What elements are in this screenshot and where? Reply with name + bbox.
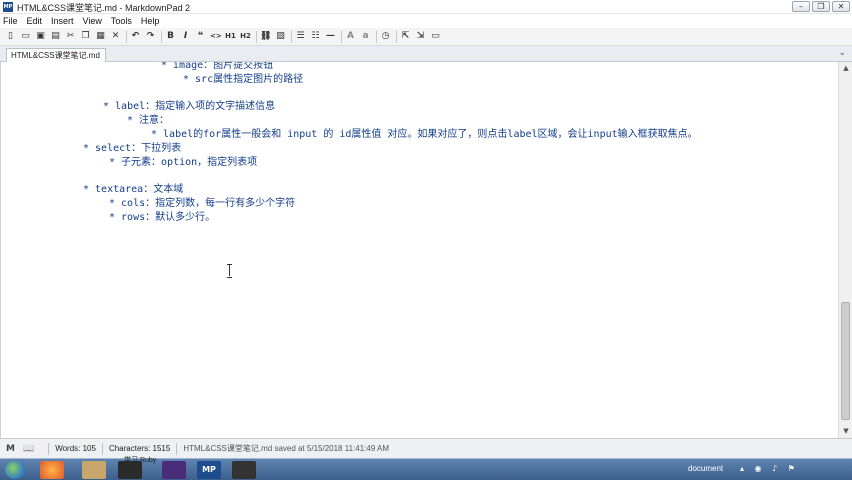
start-button-icon[interactable] — [5, 461, 25, 479]
toolbar-separator — [126, 30, 127, 43]
editor-line: * rows：默认多少行。 — [109, 212, 216, 223]
undo-icon[interactable]: ↶ — [130, 31, 141, 42]
character-count: Characters: 1515 — [108, 444, 171, 453]
code-icon[interactable]: <> — [210, 31, 221, 42]
save-all-icon[interactable]: ▤ — [50, 31, 61, 42]
editor-line: * image：图片提交按钮 — [161, 62, 274, 71]
lowercase-icon[interactable]: a — [360, 31, 371, 42]
export-icon[interactable]: ⇲ — [415, 31, 426, 42]
toolbar-separator — [291, 30, 292, 43]
toolbar-separator — [341, 30, 342, 43]
minimize-icon[interactable]: – — [792, 1, 810, 12]
title-bar: MP HTML&CSS课堂笔记.md - MarkdownPad 2 – ❐ ✕ — [0, 0, 852, 14]
status-divider — [176, 442, 178, 455]
markdown-editor[interactable]: * image：图片提交按钮 * src属性指定图片的路径 * label：指定… — [0, 62, 838, 438]
open-icon[interactable]: ▭ — [20, 31, 31, 42]
menu-edit[interactable]: Edit — [27, 16, 43, 26]
windows-taskbar: 学习 Ruby MP document ▴ ◉ ♪ ⚑ — [0, 457, 852, 480]
toolbar: ▯ ▭ ▣ ▤ ✂ ❐ ▦ ✕ ↶ ↷ B I ❝ <> H1 H2 ⛓ ▨ ☰… — [0, 28, 852, 46]
delete-icon[interactable]: ✕ — [110, 31, 121, 42]
link-icon[interactable]: ⛓ — [260, 31, 271, 42]
toolbar-separator — [161, 30, 162, 43]
redo-icon[interactable]: ↷ — [145, 31, 156, 42]
scroll-down-icon[interactable]: ▼ — [839, 425, 852, 438]
menu-help[interactable]: Help — [141, 16, 160, 26]
app-taskbar-icon[interactable] — [232, 461, 256, 479]
toolbar-separator — [396, 30, 397, 43]
markdownpad-logo-icon: MP — [3, 2, 13, 12]
tray-label: document — [688, 464, 724, 473]
paste-icon[interactable]: ▦ — [95, 31, 106, 42]
archive-taskbar-icon[interactable] — [82, 461, 106, 479]
document-tab-strip: HTML&CSS课堂笔记.md ⌄ — [0, 46, 852, 62]
h2-icon[interactable]: H2 — [240, 31, 251, 42]
scrollbar-thumb[interactable] — [841, 302, 850, 420]
menu-bar: File Edit Insert View Tools Help — [0, 14, 852, 28]
window-title: HTML&CSS课堂笔记.md - MarkdownPad 2 — [17, 3, 191, 13]
tab-document[interactable]: HTML&CSS课堂笔记.md — [6, 48, 106, 62]
editor-line: * 子元素：option，指定列表项 — [109, 157, 258, 168]
editor-line: * cols：指定列数，每一行有多少个字符 — [109, 198, 296, 209]
toolbar-separator — [256, 30, 257, 43]
editor-line: * select：下拉列表 — [83, 143, 182, 154]
horizontal-rule-icon[interactable]: — — [325, 31, 336, 42]
editor-line: * 注意： — [127, 115, 170, 126]
image-icon[interactable]: ▨ — [275, 31, 286, 42]
copy-icon[interactable]: ❐ — [80, 31, 91, 42]
preview-icon[interactable]: ▭ — [430, 31, 441, 42]
text-cursor-icon — [227, 264, 232, 278]
unordered-list-icon[interactable]: ☰ — [295, 31, 306, 42]
system-tray-icons[interactable]: ▴ ◉ ♪ ⚑ — [740, 464, 799, 473]
markdownpad-taskbar-icon[interactable]: MP — [197, 461, 221, 479]
markdown-icon[interactable]: M — [6, 444, 15, 454]
word-count: Words: 105 — [55, 444, 96, 453]
restore-icon[interactable]: ❐ — [812, 1, 830, 12]
timestamp-icon[interactable]: ◷ — [380, 31, 391, 42]
browser-taskbar-icon[interactable] — [40, 461, 64, 479]
menu-file[interactable]: File — [3, 16, 18, 26]
save-status: HTML&CSS课堂笔记.md saved at 5/15/2018 11:41… — [183, 444, 390, 453]
live-preview-icon[interactable]: ⇱ — [400, 31, 411, 42]
bold-icon[interactable]: B — [165, 31, 176, 42]
save-icon[interactable]: ▣ — [35, 31, 46, 42]
editor-line: * label的for属性一般会和 input 的 id属性值 对应。如果对应了… — [151, 129, 698, 140]
status-divider — [101, 442, 103, 455]
ordered-list-icon[interactable]: ☷ — [310, 31, 321, 42]
uppercase-icon[interactable]: A — [345, 31, 356, 42]
chevron-down-icon[interactable]: ⌄ — [838, 48, 846, 58]
ide-taskbar-icon[interactable] — [162, 461, 186, 479]
toolbar-separator — [376, 30, 377, 43]
editor-line: * label：指定输入项的文字描述信息 — [103, 101, 276, 112]
italic-icon[interactable]: I — [180, 31, 191, 42]
vertical-scrollbar[interactable]: ▲ ▼ — [838, 62, 852, 438]
new-icon[interactable]: ▯ — [5, 31, 16, 42]
status-divider — [48, 442, 50, 455]
quote-icon[interactable]: ❝ — [195, 31, 206, 42]
menu-tools[interactable]: Tools — [111, 16, 132, 26]
scroll-up-icon[interactable]: ▲ — [839, 62, 852, 75]
editor-line: * textarea：文本域 — [83, 184, 184, 195]
close-icon[interactable]: ✕ — [832, 1, 850, 12]
h1-icon[interactable]: H1 — [225, 31, 236, 42]
book-icon[interactable]: 📖 — [23, 444, 34, 454]
menu-insert[interactable]: Insert — [51, 16, 74, 26]
menu-view[interactable]: View — [83, 16, 102, 26]
taskbar-tooltip: 学习 Ruby — [124, 457, 157, 464]
editor-line: * src属性指定图片的路径 — [183, 74, 304, 85]
cut-icon[interactable]: ✂ — [65, 31, 76, 42]
